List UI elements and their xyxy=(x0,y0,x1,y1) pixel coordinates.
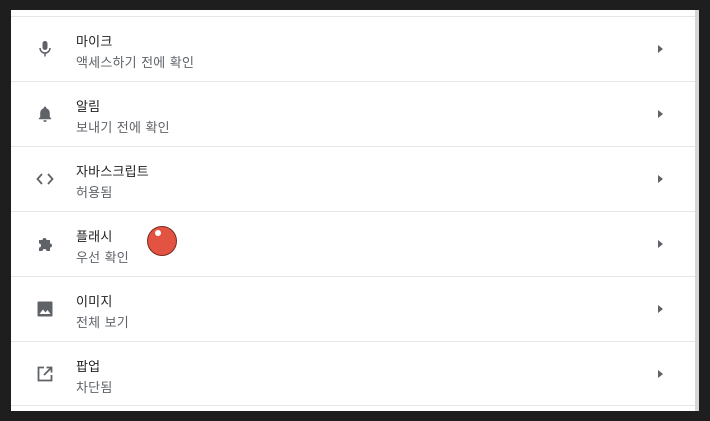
settings-row-popups[interactable]: 팝업 차단됨 xyxy=(11,341,695,406)
settings-row-flash[interactable]: 플래시 우선 확인 xyxy=(11,211,695,276)
microphone-icon xyxy=(35,39,55,59)
settings-row-subtitle: 허용됨 xyxy=(76,186,113,201)
site-settings-panel: 마이크 액세스하기 전에 확인 알림 보내기 전에 확인 자바스크립트 허용됨 … xyxy=(11,10,699,411)
code-icon xyxy=(35,169,55,189)
chevron-right-icon xyxy=(658,369,663,378)
chevron-right-icon xyxy=(658,45,663,53)
settings-row-subtitle: 우선 확인 xyxy=(76,251,129,266)
settings-row-title: 알림 xyxy=(76,100,101,115)
settings-row-title: 플래시 xyxy=(76,230,113,245)
window-frame: 마이크 액세스하기 전에 확인 알림 보내기 전에 확인 자바스크립트 허용됨 … xyxy=(0,0,710,421)
settings-row-title: 자바스크립트 xyxy=(76,165,149,180)
open-in-new-icon xyxy=(35,364,55,384)
chevron-right-icon xyxy=(658,110,663,118)
settings-row-microphone[interactable]: 마이크 액세스하기 전에 확인 xyxy=(11,16,695,81)
puzzle-icon xyxy=(35,234,55,254)
settings-row-title: 마이크 xyxy=(76,35,113,50)
settings-row-subtitle: 액세스하기 전에 확인 xyxy=(76,56,195,71)
settings-row-subtitle: 차단됨 xyxy=(76,381,113,396)
settings-row-subtitle: 보내기 전에 확인 xyxy=(76,121,170,136)
site-settings-list: 마이크 액세스하기 전에 확인 알림 보내기 전에 확인 자바스크립트 허용됨 … xyxy=(11,16,695,406)
settings-row-subtitle: 전체 보기 xyxy=(76,316,129,331)
image-icon xyxy=(35,299,55,319)
bell-icon xyxy=(35,104,55,124)
scrollbar[interactable] xyxy=(695,10,699,411)
chevron-right-icon xyxy=(658,305,663,313)
settings-row-notifications[interactable]: 알림 보내기 전에 확인 xyxy=(11,81,695,146)
pointer-dot xyxy=(147,226,177,256)
settings-row-title: 이미지 xyxy=(76,295,113,310)
chevron-right-icon xyxy=(658,240,663,248)
settings-row-javascript[interactable]: 자바스크립트 허용됨 xyxy=(11,146,695,211)
settings-row-images[interactable]: 이미지 전체 보기 xyxy=(11,276,695,341)
chevron-right-icon xyxy=(658,175,663,183)
settings-row-title: 팝업 xyxy=(76,360,101,375)
